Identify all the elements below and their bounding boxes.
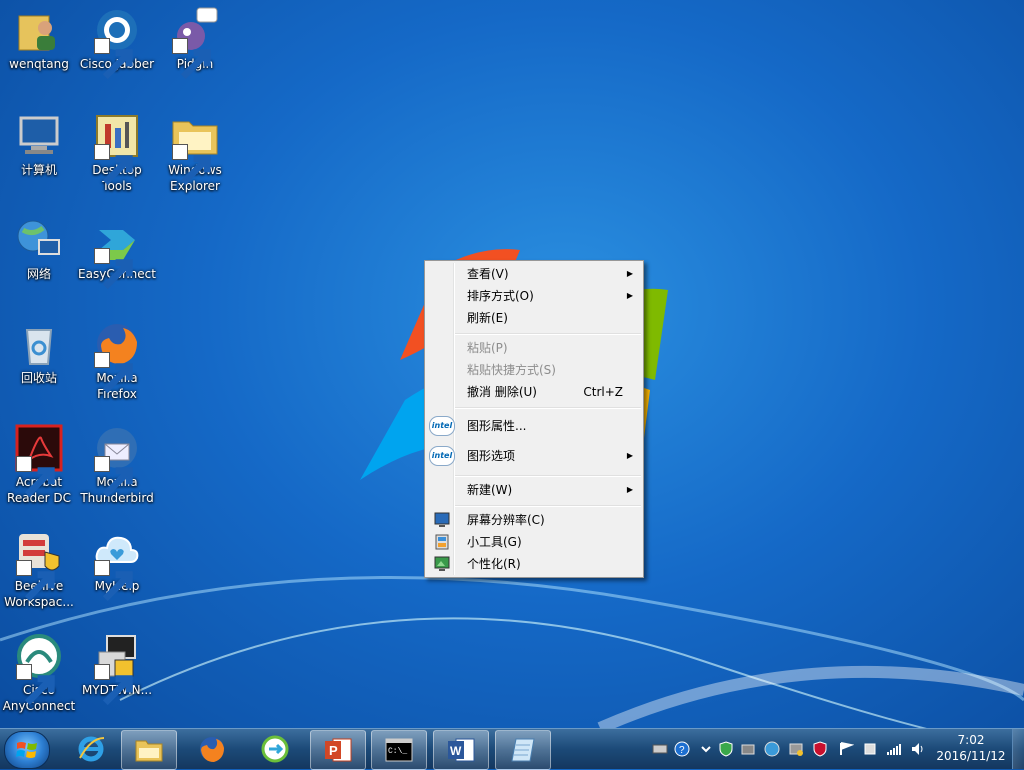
menu-item-paste: 粘贴(P) xyxy=(467,341,508,355)
tray-mcafee-icon[interactable] xyxy=(812,741,828,757)
menu-item-graphics-options[interactable]: intel 图形选项 ▶ xyxy=(427,443,641,469)
submenu-arrow-icon: ▶ xyxy=(626,451,633,460)
desktop-icon-recycle-bin[interactable]: 回收站 xyxy=(0,320,78,386)
shortcut-arrow-icon xyxy=(94,560,133,602)
tray-expand-icon[interactable] xyxy=(698,741,714,757)
shortcut-arrow-icon xyxy=(172,38,211,80)
shortcut-arrow-icon xyxy=(16,456,55,498)
recycle-bin-icon xyxy=(25,329,53,365)
gadgets-icon xyxy=(435,534,449,550)
taskbar-windows-explorer[interactable] xyxy=(121,730,177,770)
powerpoint-icon: P xyxy=(325,738,352,762)
shortcut-arrow-icon xyxy=(172,144,211,186)
windows-explorer-icon xyxy=(135,740,163,762)
user-folder-icon xyxy=(18,15,55,51)
easyconnect-icon xyxy=(261,735,289,763)
taskbar-easyconnect[interactable] xyxy=(248,730,302,768)
internet-explorer-icon xyxy=(78,736,105,762)
clock-date: 2016/11/12 xyxy=(936,749,1006,763)
svg-text:P: P xyxy=(329,743,338,758)
menu-item-paste-shortcut: 粘贴快捷方式(S) xyxy=(467,363,556,377)
computer-icon xyxy=(19,116,59,154)
taskbar-powerpoint[interactable]: P xyxy=(310,730,366,770)
word-icon: W xyxy=(448,738,475,762)
desktop-icon-mydtwin[interactable]: MYDTWIN... xyxy=(78,632,156,706)
menu-item-refresh[interactable]: 刷新(E) xyxy=(427,307,641,329)
tray-security-icon[interactable] xyxy=(788,741,804,757)
menu-item-undo-delete[interactable]: 撤消 删除(U) Ctrl+Z xyxy=(427,381,641,403)
tray-volume-icon[interactable] xyxy=(910,741,926,757)
menu-item-personalize[interactable]: 个性化(R) xyxy=(427,553,641,575)
intel-graphics-icon: intel xyxy=(429,446,455,466)
desktop-icon-cisco-anyconnect[interactable]: Cisco AnyConnect xyxy=(0,632,78,714)
intel-graphics-icon: intel xyxy=(429,416,455,436)
desktop-icon-desktop-tools[interactable]: Desktop Tools xyxy=(78,112,156,194)
desktop-icon-acrobat-reader[interactable]: Acrobat Reader DC xyxy=(0,424,78,506)
menu-item-screen-resolution[interactable]: 屏幕分辨率(C) xyxy=(427,509,641,531)
taskbar: P C:\_ W ? 7:02 2016/11/12 xyxy=(0,728,1024,770)
taskbar-internet-explorer[interactable] xyxy=(64,730,118,768)
menu-separator xyxy=(455,475,641,477)
undo-shortcut-key: Ctrl+Z xyxy=(583,385,623,399)
desktop-icon-easyconnect[interactable]: EasyConnect xyxy=(78,216,156,290)
shortcut-arrow-icon xyxy=(16,560,55,602)
screen-resolution-icon xyxy=(434,512,450,527)
shortcut-arrow-icon xyxy=(94,248,133,290)
taskbar-clock[interactable]: 7:02 2016/11/12 xyxy=(934,732,1008,764)
submenu-arrow-icon: ▶ xyxy=(626,485,633,494)
desktop-icon-beehive[interactable]: Beehive Workspac... xyxy=(0,528,78,610)
tray-network-globe-icon[interactable] xyxy=(764,741,780,757)
clock-time: 7:02 xyxy=(957,733,985,747)
desktop-icon-windows-explorer[interactable]: Windows Explorer xyxy=(156,112,234,194)
desktop-icon-computer[interactable]: 计算机 xyxy=(0,112,78,178)
command-prompt-icon: C:\_ xyxy=(385,738,413,762)
shortcut-arrow-icon xyxy=(94,456,133,498)
tray-help-icon[interactable]: ? xyxy=(674,741,690,757)
shortcut-arrow-icon xyxy=(94,144,133,186)
desktop-icon-thunderbird[interactable]: Mozilla Thunderbird xyxy=(78,424,156,506)
menu-separator xyxy=(455,333,641,335)
windows-logo-icon xyxy=(16,742,37,758)
show-desktop-button[interactable] xyxy=(1012,729,1024,769)
shortcut-arrow-icon xyxy=(94,664,133,706)
menu-item-graphics-properties[interactable]: intel 图形属性... xyxy=(427,413,641,439)
menu-item-new[interactable]: 新建(W) ▶ xyxy=(427,479,641,501)
menu-separator xyxy=(455,505,641,507)
desktop-icon-pidgin[interactable]: Pidgin xyxy=(156,6,234,80)
tray-shield-icon[interactable] xyxy=(718,741,734,757)
tray-remote-icon[interactable] xyxy=(862,741,878,757)
tray-action-center-icon[interactable] xyxy=(838,741,855,757)
notepad-icon xyxy=(511,738,535,762)
desktop-icon-network[interactable]: 网络 xyxy=(0,216,78,282)
firefox-icon xyxy=(200,737,224,762)
desktop-icon-cisco-jabber[interactable]: Cisco Jabber xyxy=(78,6,156,80)
svg-text:?: ? xyxy=(679,745,685,756)
taskbar-firefox[interactable] xyxy=(185,730,239,768)
menu-item-gadgets[interactable]: 小工具(G) xyxy=(427,531,641,553)
start-button[interactable] xyxy=(4,731,50,769)
menu-item-sort-by[interactable]: 排序方式(O) ▶ xyxy=(427,285,641,307)
desktop-icon-firefox[interactable]: Mozilla Firefox xyxy=(78,320,156,402)
menu-separator xyxy=(455,407,641,409)
desktop-context-menu: 查看(V) ▶ 排序方式(O) ▶ 刷新(E) 粘贴(P) 粘贴快捷方式(S) … xyxy=(424,260,644,578)
shortcut-arrow-icon xyxy=(16,664,55,706)
submenu-arrow-icon: ▶ xyxy=(626,269,633,278)
submenu-arrow-icon: ▶ xyxy=(626,291,633,300)
personalize-icon xyxy=(434,556,450,571)
taskbar-notepad[interactable] xyxy=(495,730,551,770)
desktop-icon-myhelp[interactable]: MyHelp xyxy=(78,528,156,602)
svg-text:W: W xyxy=(450,744,462,758)
tray-keyboard-icon[interactable] xyxy=(652,741,668,757)
tray-wifi-signal-icon[interactable] xyxy=(886,741,902,757)
shortcut-arrow-icon xyxy=(94,38,133,80)
network-icon xyxy=(17,220,60,255)
tray-device-icon[interactable] xyxy=(740,741,756,757)
svg-text:C:\_: C:\_ xyxy=(388,747,407,756)
taskbar-word[interactable]: W xyxy=(433,730,489,770)
shortcut-arrow-icon xyxy=(94,352,133,394)
taskbar-command-prompt[interactable]: C:\_ xyxy=(371,730,427,770)
desktop-icon-wenqtang[interactable]: wenqtang xyxy=(0,6,78,72)
menu-item-view[interactable]: 查看(V) ▶ xyxy=(427,263,641,285)
